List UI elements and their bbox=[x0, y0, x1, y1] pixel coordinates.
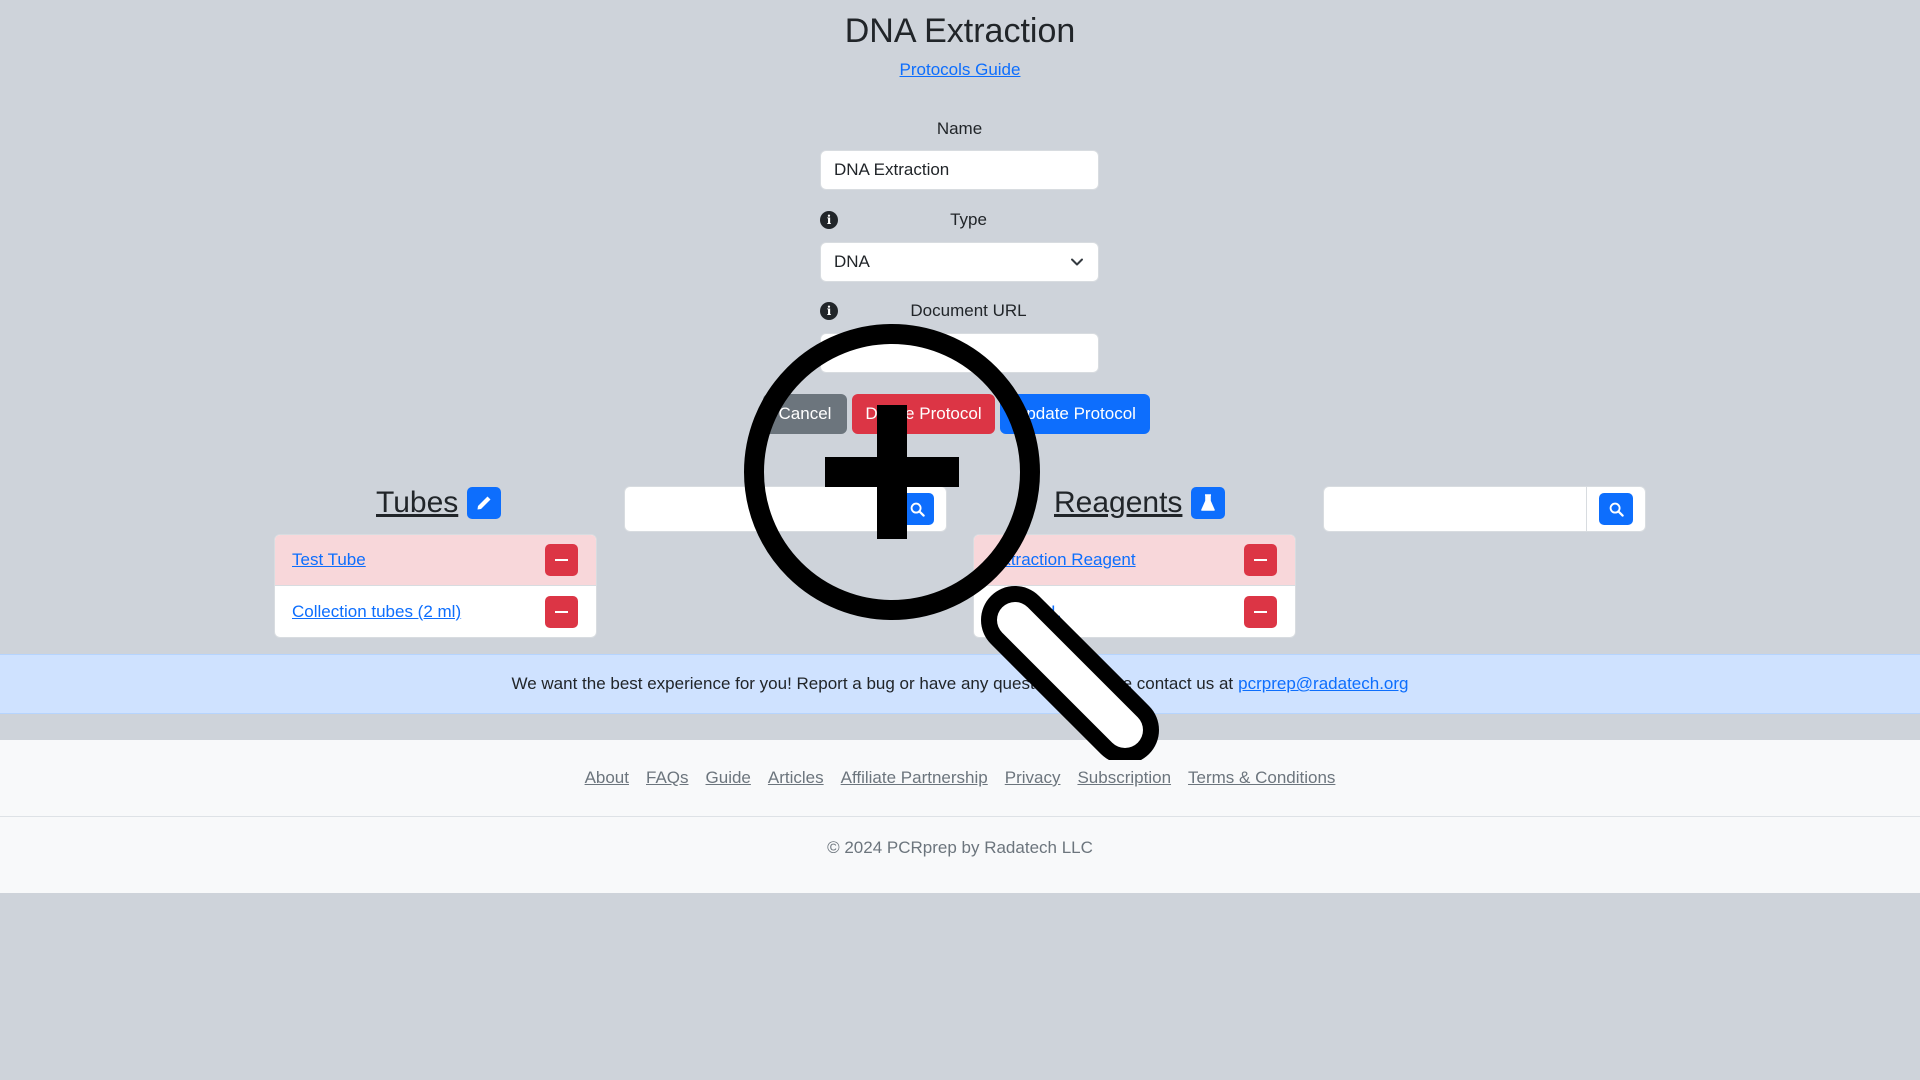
remove-tube-button[interactable] bbox=[545, 595, 578, 628]
footer-link-affiliate[interactable]: Affiliate Partnership bbox=[841, 768, 988, 788]
add-reagent-button[interactable] bbox=[1191, 487, 1226, 519]
minus-icon bbox=[555, 610, 568, 613]
tube-link[interactable]: Test Tube bbox=[292, 550, 366, 570]
footer-link-terms[interactable]: Terms & Conditions bbox=[1188, 768, 1335, 788]
document-url-label: Document URL bbox=[910, 301, 1027, 320]
chevron-down-icon bbox=[1071, 258, 1083, 266]
reagents-search-group bbox=[1323, 486, 1646, 532]
cancel-button[interactable]: Cancel bbox=[763, 394, 847, 434]
info-icon[interactable]: i bbox=[820, 211, 838, 229]
protocols-guide-link[interactable]: Protocols Guide bbox=[900, 60, 1021, 79]
edit-tubes-button[interactable] bbox=[467, 487, 502, 519]
tubes-title[interactable]: Tubes bbox=[376, 486, 458, 520]
info-icon[interactable]: i bbox=[820, 302, 838, 320]
type-select[interactable]: DNA bbox=[820, 242, 1099, 282]
page-title: DNA Extraction bbox=[844, 12, 1076, 50]
reagent-link[interactable]: Extraction Reagent bbox=[991, 550, 1136, 570]
footer-link-privacy[interactable]: Privacy bbox=[1005, 768, 1061, 788]
list-item: Buffer AL bbox=[974, 586, 1295, 637]
reagent-link[interactable]: Buffer AL bbox=[991, 602, 1061, 622]
list-item: Test Tube bbox=[275, 535, 596, 586]
minus-icon bbox=[1254, 559, 1267, 561]
search-icon bbox=[910, 502, 925, 517]
reagents-search-input[interactable] bbox=[1323, 486, 1586, 532]
list-item: Extraction Reagent bbox=[974, 535, 1295, 586]
list-item: Collection tubes (2 ml) bbox=[275, 586, 596, 637]
minus-icon bbox=[555, 559, 568, 561]
tubes-search-group bbox=[624, 486, 947, 532]
tubes-search-button-wrap bbox=[887, 486, 947, 532]
footer-nav: About FAQs Guide Articles Affiliate Part… bbox=[0, 740, 1920, 817]
update-protocol-button[interactable]: Update Protocol bbox=[1000, 394, 1150, 434]
name-label: Name bbox=[936, 119, 983, 138]
name-input[interactable] bbox=[820, 150, 1099, 190]
footer-link-faqs[interactable]: FAQs bbox=[646, 768, 689, 788]
footer-link-about[interactable]: About bbox=[585, 768, 629, 788]
search-icon bbox=[1609, 502, 1624, 517]
type-select-value: DNA bbox=[834, 252, 870, 271]
minus-icon bbox=[1254, 610, 1267, 613]
footer-link-guide[interactable]: Guide bbox=[706, 768, 751, 788]
tubes-header: Tubes bbox=[376, 486, 502, 520]
document-url-input[interactable] bbox=[820, 333, 1099, 373]
footer: About FAQs Guide Articles Affiliate Part… bbox=[0, 740, 1920, 893]
contact-email-link[interactable]: pcrprep@radatech.org bbox=[1238, 674, 1408, 694]
pencil-icon bbox=[477, 496, 491, 510]
delete-protocol-button[interactable]: Delete Protocol bbox=[852, 394, 995, 434]
type-label: Type bbox=[950, 210, 987, 229]
guide-link-container: Protocols Guide bbox=[0, 60, 1920, 80]
remove-reagent-button[interactable] bbox=[1244, 544, 1277, 576]
tubes-search-input[interactable] bbox=[624, 486, 887, 532]
reagents-header: Reagents bbox=[1054, 486, 1226, 520]
tube-link[interactable]: Collection tubes (2 ml) bbox=[292, 602, 461, 622]
tubes-search-button[interactable] bbox=[900, 493, 934, 525]
reagents-search-button[interactable] bbox=[1599, 493, 1633, 525]
reagents-title[interactable]: Reagents bbox=[1054, 486, 1182, 520]
feedback-banner: We want the best experience for you! Rep… bbox=[0, 654, 1920, 714]
reagents-search-button-wrap bbox=[1586, 486, 1646, 532]
flask-icon bbox=[1201, 494, 1216, 511]
footer-link-subscription[interactable]: Subscription bbox=[1077, 768, 1171, 788]
reagents-list: Extraction Reagent Buffer AL bbox=[973, 534, 1296, 638]
remove-tube-button[interactable] bbox=[545, 544, 578, 576]
remove-reagent-button[interactable] bbox=[1244, 595, 1277, 628]
banner-text: We want the best experience for you! Rep… bbox=[511, 674, 1234, 693]
tubes-list: Test Tube Collection tubes (2 ml) bbox=[274, 534, 597, 638]
footer-link-articles[interactable]: Articles bbox=[768, 768, 824, 788]
copyright: © 2024 PCRprep by Radatech LLC bbox=[827, 838, 1093, 857]
